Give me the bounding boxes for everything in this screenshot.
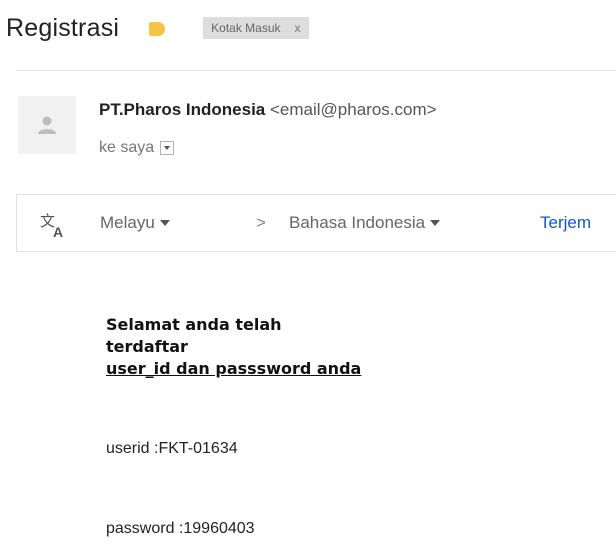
chevron-right-icon: >	[256, 213, 266, 232]
userid-text: userid :FKT-01634	[106, 440, 238, 457]
chevron-down-icon	[159, 220, 170, 226]
remove-label-button[interactable]: x	[295, 17, 301, 39]
sender-line: PT.Pharos Indonesia <email@pharos.com>	[99, 100, 437, 120]
inbox-label-chip[interactable]: Kotak Masuk x	[203, 17, 309, 39]
target-language-label[interactable]: Bahasa Indonesia	[289, 213, 425, 233]
subject-row: Registrasi Kotak Masuk x	[6, 8, 309, 48]
email-body: Selamat anda telah terdaftar user_id dan…	[106, 314, 361, 380]
recipient-line: ke saya	[99, 139, 175, 157]
sender-name[interactable]: PT.Pharos Indonesia	[99, 100, 265, 119]
greeting-line-1: Selamat anda telah	[106, 315, 282, 334]
avatar[interactable]	[18, 96, 76, 154]
label-tag-icon[interactable]	[149, 22, 166, 36]
source-language-label[interactable]: Melayu	[100, 213, 155, 233]
password-text: password :19960403	[106, 520, 255, 537]
avatar-person-icon	[38, 116, 56, 134]
inbox-label-text[interactable]: Kotak Masuk	[211, 17, 280, 39]
translate-message-link[interactable]: Terjem	[540, 213, 591, 233]
email-subject: Registrasi	[6, 13, 120, 42]
source-language-select[interactable]: Melayu	[100, 213, 170, 233]
svg-text:A: A	[53, 224, 63, 239]
sender-email: <email@pharos.com>	[270, 100, 437, 119]
greeting-line-2: terdaftar	[106, 337, 188, 356]
target-language-select[interactable]: Bahasa Indonesia	[289, 213, 441, 233]
recipient-text: ke saya	[99, 139, 155, 156]
dropdown-icon[interactable]	[160, 141, 175, 155]
translate-icon: 文 A	[40, 212, 63, 239]
chevron-down-icon	[430, 220, 441, 226]
header-divider	[16, 70, 616, 71]
translate-bar: 文 A Melayu > Bahasa Indonesia Terjem	[16, 194, 616, 252]
greeting-line-3: user_id dan passsword anda	[106, 359, 362, 378]
